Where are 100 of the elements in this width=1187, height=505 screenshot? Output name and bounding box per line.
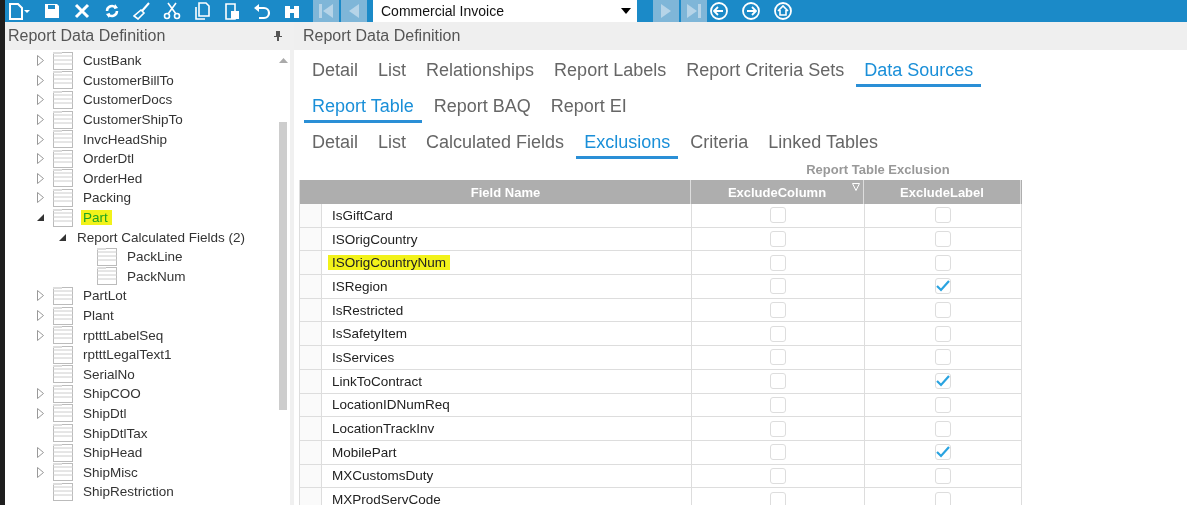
scissors-icon[interactable] (163, 2, 181, 20)
tree-item[interactable]: SerialNo (81, 366, 139, 382)
back-icon[interactable] (709, 1, 729, 21)
row-selector[interactable] (300, 251, 322, 275)
checkbox[interactable] (770, 491, 786, 505)
expand-arrow-icon[interactable] (37, 310, 44, 321)
tree-item[interactable]: rptttLegalText1 (81, 347, 176, 363)
tree-item[interactable]: CustomerBillTo (81, 72, 178, 88)
tree-item[interactable]: CustBank (81, 53, 146, 69)
forward-icon[interactable] (741, 1, 761, 21)
checkbox[interactable] (770, 231, 786, 248)
tree-item[interactable]: ShipDtlTax (81, 425, 152, 441)
collapse-arrow-icon[interactable] (59, 233, 66, 241)
expand-arrow-icon[interactable] (37, 388, 44, 400)
checkbox[interactable] (770, 420, 786, 437)
expand-arrow-icon[interactable] (37, 192, 44, 204)
new-document-icon[interactable] (7, 2, 31, 20)
checkbox[interactable] (935, 467, 951, 484)
tab[interactable]: Detail (304, 130, 367, 159)
record-dropdown[interactable]: Commercial Invoice (373, 0, 637, 22)
tree-item[interactable]: OrderHed (81, 170, 147, 186)
tree-item[interactable]: CustomerDocs (81, 92, 177, 108)
pin-icon[interactable] (274, 31, 282, 41)
checkbox[interactable] (770, 467, 786, 484)
checkbox[interactable] (935, 396, 951, 413)
expand-arrow-icon[interactable] (37, 466, 44, 478)
expand-arrow-icon[interactable] (37, 94, 44, 106)
previous-record-icon[interactable] (341, 0, 367, 22)
tree-item[interactable]: PackLine (125, 249, 187, 265)
row-selector[interactable] (300, 417, 322, 440)
paste-icon[interactable] (223, 2, 241, 20)
row-selector[interactable] (300, 393, 322, 417)
tab[interactable]: Linked Tables (760, 130, 886, 159)
checkbox[interactable] (770, 278, 786, 295)
tree-item[interactable]: PartLot (81, 288, 131, 304)
tab[interactable]: Report Criteria Sets (678, 58, 853, 87)
checkbox[interactable] (770, 254, 786, 271)
tree-item[interactable]: ShipDtl (81, 406, 131, 421)
tree-item[interactable]: Packing (81, 190, 136, 206)
tab[interactable]: Report Labels (546, 58, 675, 87)
tree-item[interactable]: ShipCOO (81, 386, 145, 402)
checkbox[interactable] (770, 325, 786, 342)
scroll-up-icon[interactable] (278, 58, 288, 63)
home-icon[interactable] (773, 1, 793, 21)
row-selector[interactable] (300, 440, 322, 464)
tab[interactable]: List (370, 58, 415, 87)
expand-arrow-icon[interactable] (37, 172, 44, 184)
tree-item[interactable]: InvcHeadShip (81, 131, 172, 147)
tab[interactable]: Relationships (418, 58, 543, 87)
save-icon[interactable] (43, 2, 61, 20)
expand-arrow-icon[interactable] (37, 290, 44, 302)
expand-arrow-icon[interactable] (37, 329, 44, 341)
checkbox[interactable] (770, 302, 786, 319)
tree-item[interactable]: ShipHead (81, 445, 147, 461)
next-record-icon[interactable] (653, 0, 679, 22)
filter-icon[interactable] (852, 183, 860, 191)
tab[interactable]: Report Table (304, 94, 422, 123)
refresh-icon[interactable] (103, 2, 121, 20)
tab[interactable]: Data Sources (856, 58, 982, 87)
tree-item[interactable]: rptttLabelSeq (81, 327, 168, 343)
tab[interactable]: Calculated Fields (418, 130, 573, 159)
row-selector[interactable] (300, 275, 322, 298)
tab[interactable]: Report EI (542, 94, 635, 123)
row-selector[interactable] (300, 369, 322, 393)
checkbox[interactable] (935, 325, 951, 342)
checkbox[interactable] (935, 302, 951, 319)
tab[interactable]: List (370, 130, 415, 159)
copy-icon[interactable] (193, 2, 211, 20)
checkbox[interactable] (935, 278, 951, 295)
expand-arrow-icon[interactable] (37, 408, 44, 419)
expand-arrow-icon[interactable] (37, 114, 44, 126)
checkbox[interactable] (935, 420, 951, 437)
expand-arrow-icon[interactable] (37, 133, 44, 145)
scrollbar-thumb[interactable] (279, 122, 287, 410)
checkbox[interactable] (935, 373, 951, 390)
row-selector[interactable] (300, 204, 322, 227)
checkbox[interactable] (770, 207, 786, 224)
broom-icon[interactable] (133, 2, 151, 20)
tree-item[interactable]: OrderDtl (81, 151, 138, 167)
checkbox[interactable] (935, 231, 951, 248)
tree-item[interactable]: PackNum (125, 268, 190, 284)
checkbox[interactable] (770, 349, 786, 366)
checkbox[interactable] (770, 396, 786, 413)
row-selector[interactable] (300, 488, 322, 505)
checkbox[interactable] (770, 444, 786, 461)
tree-item[interactable]: CustomerShipTo (81, 112, 187, 128)
tree-item[interactable]: Report Calculated Fields (2) (75, 229, 250, 245)
expand-arrow-icon[interactable] (37, 74, 44, 86)
tree-item[interactable]: ShipRestriction (81, 484, 178, 500)
collapse-arrow-icon[interactable] (37, 214, 44, 222)
tab[interactable]: Detail (304, 58, 367, 87)
checkbox[interactable] (935, 207, 951, 224)
checkbox[interactable] (935, 349, 951, 366)
expand-arrow-icon[interactable] (37, 153, 44, 165)
close-icon[interactable] (73, 2, 91, 20)
checkbox[interactable] (935, 444, 951, 461)
expand-arrow-icon[interactable] (37, 55, 44, 67)
row-selector[interactable] (300, 322, 322, 346)
first-record-icon[interactable] (313, 0, 339, 22)
undo-icon[interactable] (253, 2, 271, 20)
